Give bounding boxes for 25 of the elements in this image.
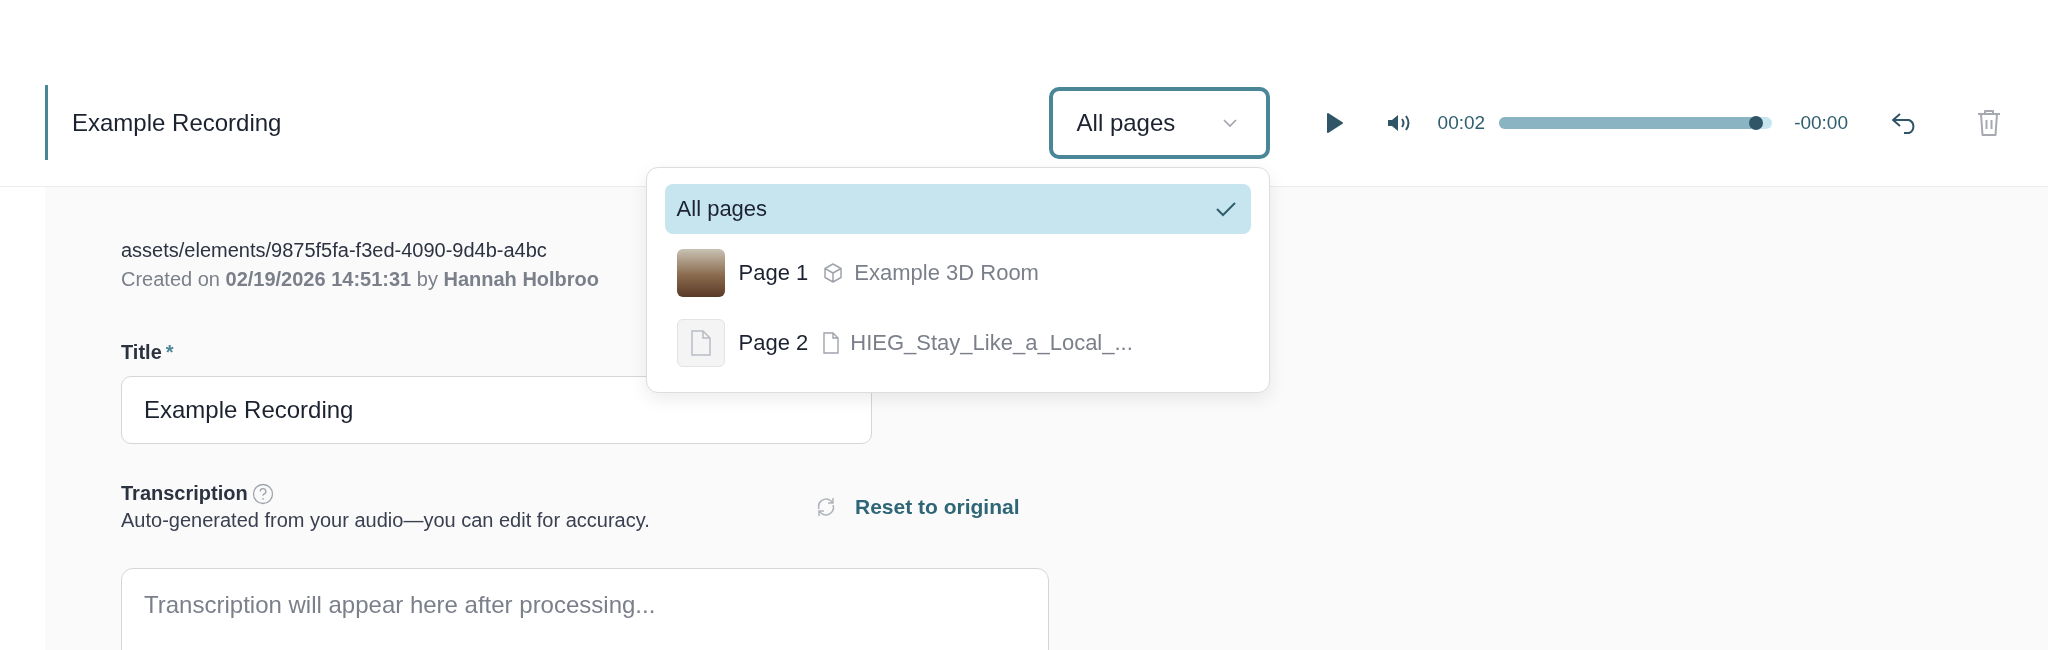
title-input[interactable]: Example Recording (121, 376, 872, 444)
asset-path: assets/elements/9875f5fa-f3ed-4090-9d4b-a4bc (121, 239, 547, 262)
cube-icon (822, 261, 845, 284)
required-mark: * (165, 341, 174, 364)
created-info: Created on 02/19/2026 14:51:31 by Hannah Holbroo (121, 268, 600, 291)
reset-button[interactable]: Reset to original (811, 491, 1024, 523)
refresh-icon (815, 495, 837, 519)
transcription-textarea[interactable]: Transcription will appear here after processing... (121, 568, 1049, 650)
page-option[interactable]: Page 1 Example 3D Room (664, 237, 1251, 308)
file-icon (822, 330, 841, 355)
field-label: Title (121, 341, 162, 364)
checkmark-icon (1214, 199, 1237, 218)
chevron-icon (1221, 117, 1238, 128)
page-option[interactable]: Page 2 HIEG_Stay_Like_a_Local_... (664, 307, 1251, 378)
file-icon (689, 328, 712, 357)
elapsed-time: 00:02 (1437, 111, 1486, 134)
recording-title: Example Recording (72, 108, 282, 137)
photo-placeholder (676, 248, 725, 297)
remaining-time: -00:00 (1794, 111, 1848, 134)
page-option[interactable]: All pages (664, 183, 1251, 234)
field-label: Transcription (121, 482, 248, 505)
field-hint: Auto-generated from your audio—you can edit for accuracy. (121, 509, 651, 532)
play-icon (1325, 111, 1344, 134)
trash-icon (1976, 107, 2002, 138)
page-select[interactable]: All pages (1048, 86, 1270, 159)
